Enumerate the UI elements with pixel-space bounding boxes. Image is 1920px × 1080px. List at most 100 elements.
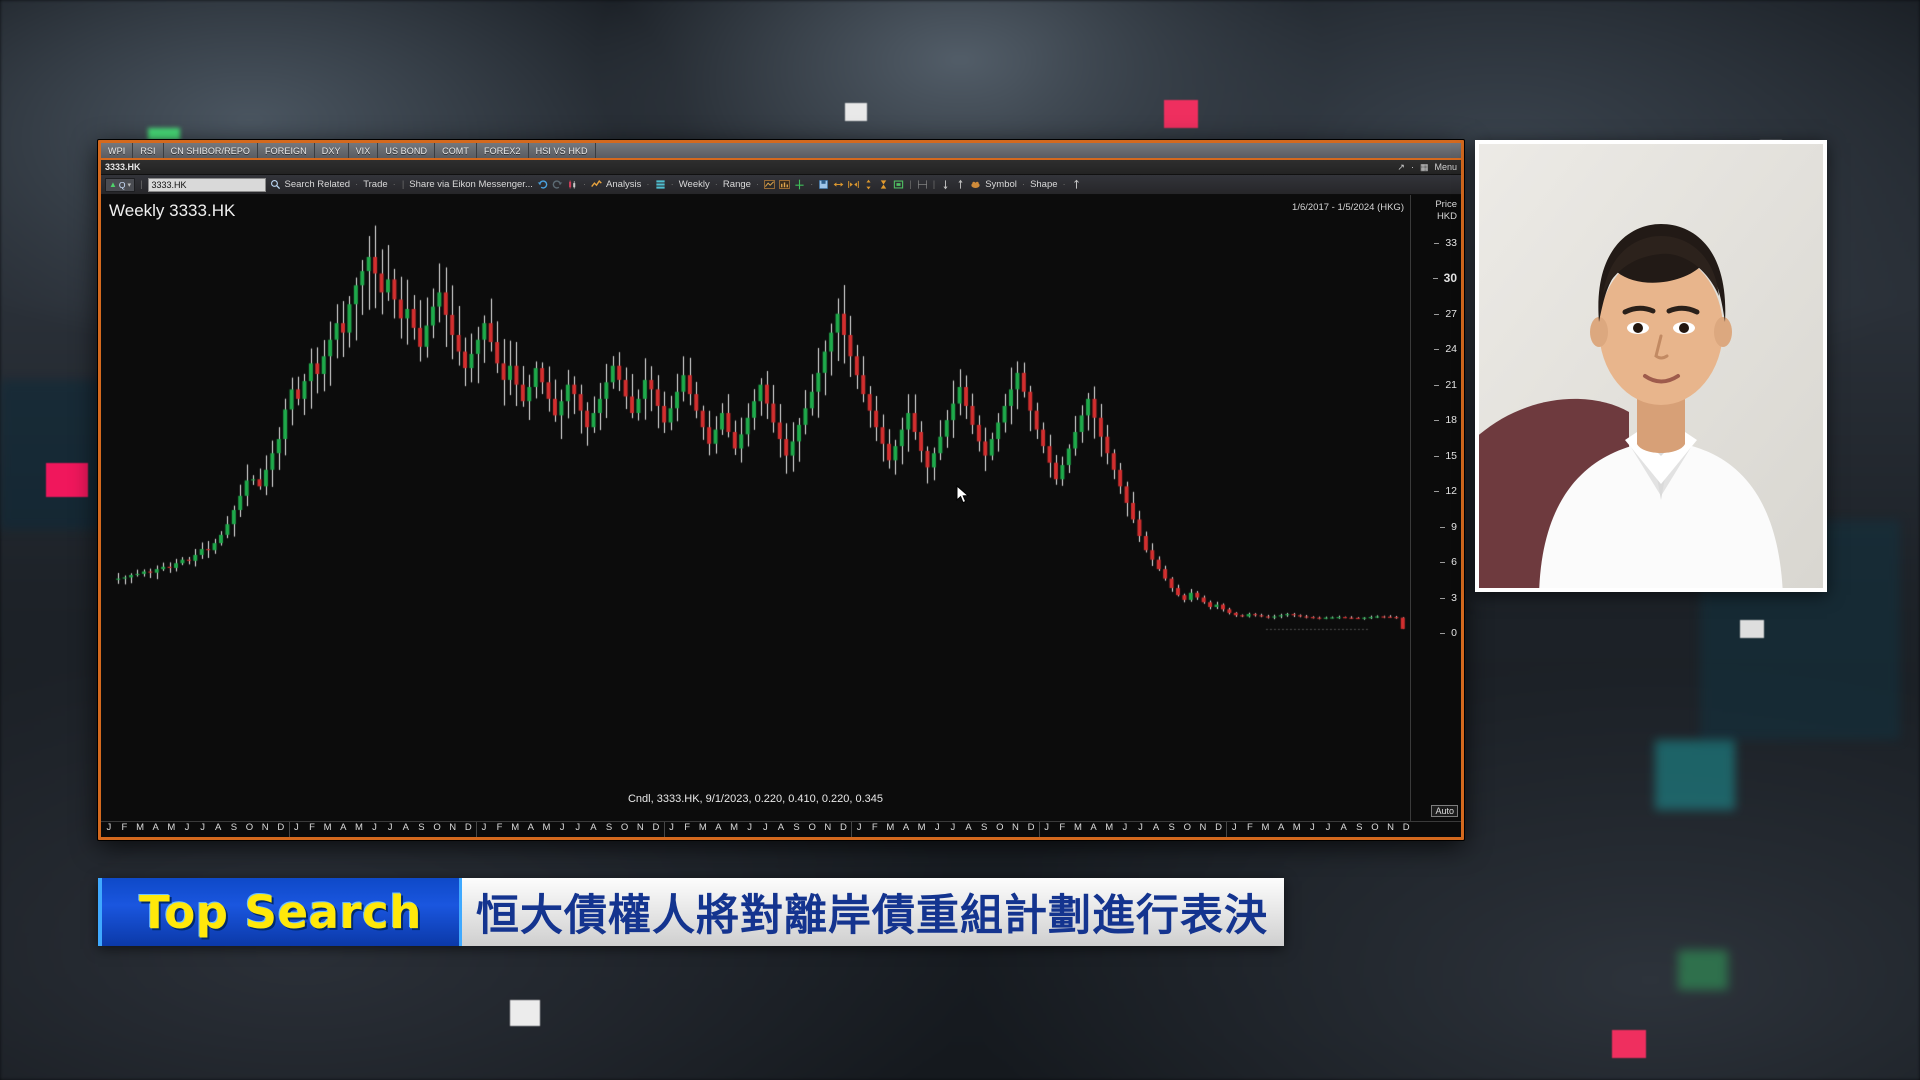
top-search-label: Top Search (139, 885, 422, 939)
tab-dxy[interactable]: DXY (314, 143, 349, 158)
month-tick-2020-J-6: J (762, 822, 768, 833)
month-tick-2017-J-5: J (184, 822, 190, 833)
tab-hsi-vs-hkd[interactable]: HSI VS HKD (528, 143, 596, 158)
month-tick-2017-A-3: A (152, 822, 159, 833)
toolbar-divider-4: | (932, 179, 936, 190)
analysis-icon[interactable] (591, 179, 602, 190)
shape-menu[interactable]: Shape (1030, 179, 1057, 190)
undo-icon[interactable] (537, 179, 548, 190)
search-related-button[interactable]: Search Related (285, 179, 350, 190)
month-tick-2019-O-9: O (620, 822, 629, 833)
month-tick-2020-F-1: F (684, 822, 691, 833)
candlestick-canvas[interactable] (101, 195, 1410, 665)
chart-area[interactable]: Weekly 3333.HK 1/6/2017 - 1/5/2024 (HKG)… (101, 195, 1461, 821)
chart-type-line-icon[interactable] (764, 179, 775, 190)
year-label-2022: 2022 (1112, 836, 1154, 837)
chart-toolbar[interactable]: ▲ Q ▾ | 3333.HK Search Related · Trade ·… (101, 175, 1461, 195)
tab-wpi[interactable]: WPI (101, 143, 134, 158)
lower-third-banner: Top Search 恒大債權人將對離岸債重組計劃進行表決 (98, 878, 1284, 946)
month-tick-2017-S-8: S (230, 822, 238, 833)
month-tick-2022-J-0: J (1044, 822, 1050, 833)
backdrop-green-glow (1678, 950, 1728, 990)
quote-button[interactable]: ▲ Q ▾ (105, 177, 136, 192)
tab-vix[interactable]: VIX (348, 143, 379, 158)
price-axis[interactable]: Price HKD 33 30 27 24 21 18 15 12 9 6 3 0 Auto (1411, 195, 1461, 821)
share-messenger-button[interactable]: Share via Eikon Messenger... (409, 179, 533, 190)
presenter-video (1475, 140, 1827, 592)
symbol-input[interactable]: 3333.HK (147, 177, 266, 192)
toolbar-dot-3: · (582, 179, 587, 190)
month-tick-2020-M-2: M (698, 822, 707, 833)
grid-toggle-icon[interactable] (917, 179, 928, 190)
month-tick-2019-A-7: A (590, 822, 597, 833)
month-tick-2019-J-5: J (559, 822, 565, 833)
month-tick-2020-M-4: M (730, 822, 739, 833)
titlebar-controls[interactable]: ↗ · ▦ Menu (1397, 162, 1457, 173)
zoom-vertical-icon[interactable] (863, 179, 874, 190)
toolbar-dot-9: · (1021, 179, 1026, 190)
chart-type-bar-icon[interactable] (779, 179, 790, 190)
menu-grid-icon[interactable]: ▦ (1420, 162, 1429, 173)
month-tick-2023-N-10: N (1387, 822, 1394, 833)
toolbar-dot-1: · (355, 179, 359, 190)
candlestick-icon[interactable] (567, 179, 578, 190)
year-label-2023: 2023 (1299, 836, 1341, 837)
mouse-cursor-icon (956, 484, 970, 507)
month-tick-2018-O-9: O (433, 822, 441, 833)
menu-label[interactable]: Menu (1434, 162, 1457, 172)
toolbar-dot-10: · (1062, 179, 1066, 190)
trade-button[interactable]: Trade (363, 179, 387, 190)
workspace-tabstrip[interactable]: WPI RSI CN SHIBOR/REPO FOREIGN DXY VIX U… (101, 143, 1461, 160)
hourglass-icon[interactable] (878, 179, 889, 190)
tab-rsi[interactable]: RSI (133, 143, 164, 158)
more-tools-icon[interactable] (1071, 179, 1082, 190)
month-tick-2019-J-6: J (575, 822, 581, 833)
redo-icon[interactable] (552, 179, 563, 190)
chevron-down-icon[interactable]: ▾ (128, 181, 132, 189)
time-axis[interactable]: JFMAMJJASONDJFMAMJJASONDJFMAMJJASONDJFMA… (101, 821, 1461, 837)
month-tick-2023-O-9: O (1371, 822, 1379, 833)
tab-us-bond[interactable]: US BOND (378, 143, 436, 158)
symbol-marker-icon[interactable] (970, 179, 981, 190)
toolbar-dot-2: · (392, 179, 396, 190)
toolbar-dot-8: · (810, 179, 814, 190)
snapshot-icon[interactable] (893, 179, 904, 190)
toolbar-dot-4: · (646, 179, 650, 190)
month-tick-2020-D-11: D (840, 822, 847, 833)
auto-scale-button[interactable]: Auto (1431, 805, 1458, 817)
eikon-window: WPI RSI CN SHIBOR/REPO FOREIGN DXY VIX U… (98, 140, 1464, 840)
arrow-up-icon[interactable] (955, 179, 966, 190)
tab-comt[interactable]: COMT (435, 143, 477, 158)
month-tick-2020-J-5: J (747, 822, 753, 833)
month-tick-2020-A-3: A (715, 822, 722, 833)
month-tick-2020-N-10: N (824, 822, 832, 833)
analysis-menu[interactable]: Analysis (606, 179, 641, 190)
save-icon[interactable] (818, 179, 829, 190)
tab-forex2[interactable]: FOREX2 (477, 143, 529, 158)
interval-menu[interactable]: Weekly (679, 179, 710, 190)
month-tick-2018-D-11: D (464, 822, 472, 833)
tab-cn-shibor-repo[interactable]: CN SHIBOR/REPO (163, 143, 259, 158)
toolbar-dot-5: · (670, 179, 674, 190)
fit-width-icon[interactable] (848, 179, 860, 190)
zoom-horizontal-icon[interactable] (833, 179, 844, 190)
month-tick-2017-J-0: J (106, 822, 112, 833)
month-tick-2017-M-4: M (167, 822, 176, 833)
screen-root: WPI RSI CN SHIBOR/REPO FOREIGN DXY VIX U… (0, 0, 1920, 1080)
range-menu[interactable]: Range (723, 179, 751, 190)
search-icon[interactable] (270, 179, 281, 190)
month-tick-2019-N-10: N (636, 822, 644, 833)
month-tick-2021-A-7: A (965, 822, 972, 833)
month-tick-2022-M-4: M (1105, 822, 1114, 833)
axis-scale-icon[interactable] (794, 179, 805, 190)
month-tick-2019-S-8: S (605, 822, 613, 833)
month-tick-2019-F-1: F (496, 822, 503, 833)
layout-grid-icon[interactable] (655, 179, 666, 190)
candlestick-plot[interactable]: Weekly 3333.HK 1/6/2017 - 1/5/2024 (HKG)… (101, 195, 1411, 821)
expand-icon[interactable]: ↗ (1397, 162, 1405, 173)
symbol-menu[interactable]: Symbol (985, 179, 1017, 190)
toolbar-divider-3: | (909, 179, 912, 190)
tab-foreign[interactable]: FOREIGN (258, 143, 315, 158)
month-tick-2018-J-6: J (387, 822, 393, 833)
arrow-down-icon[interactable] (940, 179, 951, 190)
